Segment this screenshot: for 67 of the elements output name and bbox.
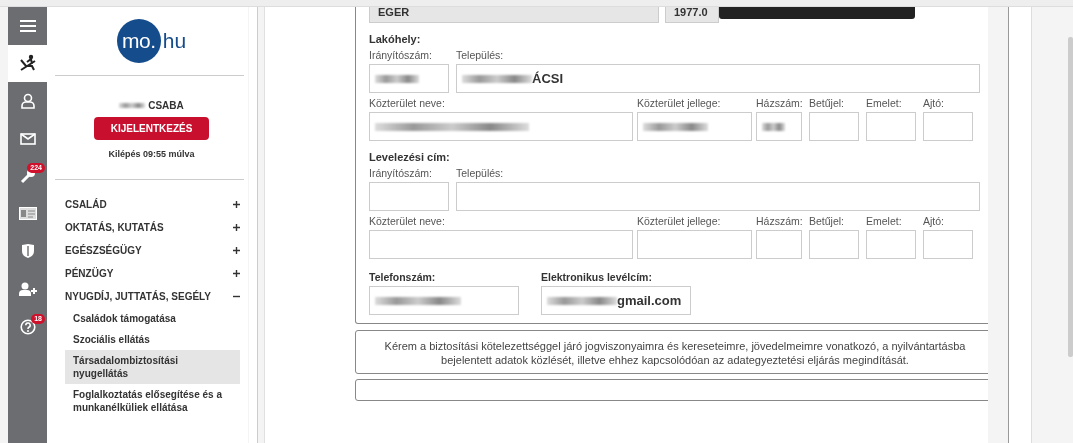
field-label: Emelet: — [866, 97, 903, 111]
submenu-item[interactable]: Szociális ellátás — [65, 329, 240, 350]
user-icon[interactable] — [20, 93, 35, 109]
field-label: Betűjel: — [809, 97, 846, 111]
field-label: Házszám: — [756, 97, 802, 111]
field-label: Közterület neve: — [369, 97, 446, 111]
menu-item[interactable]: OKTATÁS, KUTATÁS — [65, 216, 240, 239]
input-field[interactable] — [456, 182, 980, 211]
field-label: Közterület neve: — [369, 215, 446, 229]
menu-item[interactable]: CSALÁD — [65, 193, 240, 216]
shield-icon[interactable] — [21, 244, 34, 259]
scrollbar[interactable] — [1068, 37, 1073, 357]
input-field[interactable] — [369, 286, 519, 315]
mail-icon[interactable] — [19, 132, 36, 145]
input-field[interactable] — [923, 230, 973, 259]
menu-icon[interactable] — [19, 19, 36, 32]
field-label: Ajtó: — [923, 97, 945, 111]
input-field[interactable] — [637, 112, 752, 141]
field-label: Emelet: — [866, 215, 903, 229]
submenu-item[interactable]: Társadalombiztosítási nyugellátás — [65, 350, 240, 384]
field-label: Telefonszám: — [369, 271, 437, 285]
blurred-text — [375, 74, 419, 83]
input-field[interactable] — [637, 230, 752, 259]
field-label: Elektronikus levélcím: — [541, 271, 653, 285]
section-title: Levelezési cím: — [369, 151, 451, 163]
input-field[interactable] — [756, 230, 802, 259]
field-label: Ajtó: — [923, 215, 945, 229]
logout-button[interactable]: KIJELENTKEZÉS — [93, 117, 210, 140]
blurred-text — [462, 74, 532, 83]
readonly-field: 1977.0 — [665, 7, 719, 23]
readonly-field: EGER — [369, 7, 659, 23]
session-timer: Kilépés 09:55 múlva — [108, 149, 195, 159]
field-label: Közterület jellege: — [637, 97, 722, 111]
field-label: Irányítószám: — [369, 49, 434, 63]
input-field[interactable] — [866, 230, 916, 259]
input-field[interactable] — [369, 112, 633, 141]
blurred-text — [643, 122, 708, 131]
field-label: Település: — [456, 49, 505, 63]
input-field[interactable] — [369, 230, 633, 259]
id-card-icon[interactable] — [18, 207, 37, 221]
user-name: CSABA — [148, 100, 184, 111]
input-field[interactable] — [369, 64, 449, 93]
input-field[interactable]: gmail.com — [541, 286, 691, 315]
help-icon[interactable] — [19, 318, 36, 335]
blurred-text — [762, 122, 786, 131]
input-field[interactable] — [809, 230, 859, 259]
section-title: Lakóhely: — [369, 33, 422, 45]
field-label: Házszám: — [756, 215, 802, 229]
input-field[interactable]: ÁCSI — [456, 64, 980, 93]
submenu-item[interactable]: Foglalkoztatás elősegítése és a munkanélküliek ellátása — [65, 384, 240, 418]
menu-item[interactable]: PÉNZÜGY — [65, 262, 240, 285]
menu-item[interactable]: EGÉSZSÉGÜGY — [65, 239, 240, 262]
menu-item[interactable]: NYUGDÍJ, JUTTATÁS, SEGÉLY — [65, 285, 240, 308]
input-field[interactable] — [369, 182, 449, 211]
person-in-chair-icon[interactable] — [18, 54, 37, 73]
field-label: Betűjel: — [809, 215, 846, 229]
input-field[interactable] — [923, 112, 973, 141]
submenu-item[interactable]: Családok támogatása — [65, 308, 240, 329]
input-field[interactable] — [866, 112, 916, 141]
field-label: Település: — [456, 167, 505, 181]
field-label: Közterület jellege: — [637, 215, 722, 229]
field-label: Irányítószám: — [369, 167, 434, 181]
add-user-icon[interactable] — [18, 281, 37, 296]
blurred-text — [547, 296, 617, 305]
input-field[interactable] — [756, 112, 802, 141]
notice-text: Kérem a biztosítási kötelezettséggel járó jogviszonyaimra és kereseteimre, jövedelmeimre vonatkozó, a nyilvántartásba bejelentett adatok közlését, illetve ehhez kapcsolódóan az adategyeztetési eljárás megindítását. — [383, 339, 967, 367]
input-field[interactable] — [809, 112, 859, 141]
